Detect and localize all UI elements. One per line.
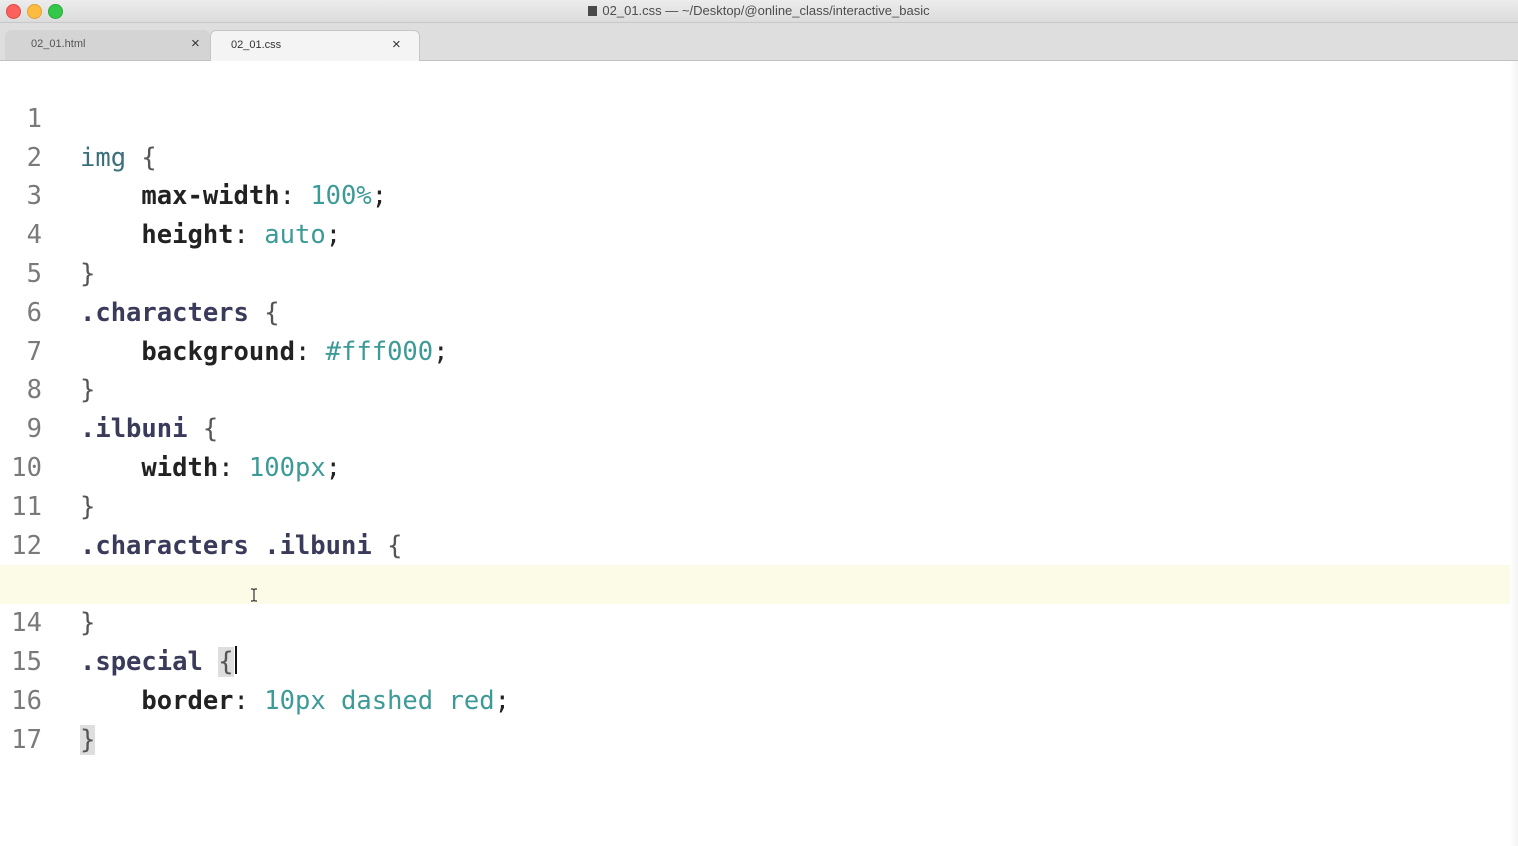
code-line[interactable]: 16 } bbox=[0, 643, 1518, 755]
code-line[interactable]: 3 height: auto; bbox=[0, 139, 1518, 250]
tab-label: 02_01.html bbox=[31, 38, 86, 50]
tab-02-01-html[interactable]: 02_01.html × bbox=[5, 30, 210, 60]
code-line[interactable]: 1 img { bbox=[0, 61, 1518, 173]
code-line[interactable]: 9 width: 100px; bbox=[0, 371, 1518, 483]
code-line[interactable]: 12 display: inline-block; bbox=[0, 488, 1518, 600]
window-title-text: 02_01.css — ~/Desktop/@online_class/inte… bbox=[602, 3, 930, 18]
tab-bar: 02_01.html × 02_01.css × bbox=[0, 23, 1518, 61]
window-title: 02_01.css — ~/Desktop/@online_class/inte… bbox=[0, 3, 1518, 18]
vertical-scrollbar[interactable] bbox=[1510, 61, 1518, 846]
code-line[interactable]: 6 background: #fff000; bbox=[0, 255, 1518, 367]
line-number: 17 bbox=[11, 724, 42, 755]
code-line[interactable]: 8 .ilbuni { bbox=[0, 333, 1518, 444]
code-line[interactable]: 10 } bbox=[0, 410, 1518, 522]
code-line[interactable]: 2 max-width: 100%; bbox=[0, 100, 1518, 212]
code-line[interactable]: 17 bbox=[0, 682, 1518, 755]
code-line-current[interactable]: 14 .special { bbox=[0, 565, 1518, 677]
ibeam-cursor-icon bbox=[250, 588, 260, 604]
code-line[interactable]: 11 .characters .ilbuni { bbox=[0, 449, 1518, 561]
code-line[interactable]: 13 } bbox=[0, 527, 1518, 638]
close-icon[interactable]: × bbox=[191, 35, 200, 52]
code-line[interactable]: 5 .characters { bbox=[0, 216, 1518, 328]
document-icon bbox=[588, 6, 598, 16]
code-editor[interactable]: 1 img { 2 max-width: 100%; 3 height: aut… bbox=[0, 61, 1518, 846]
code-line[interactable]: 7 } bbox=[0, 294, 1518, 406]
tab-label: 02_01.css bbox=[231, 39, 282, 51]
close-icon[interactable]: × bbox=[392, 36, 401, 53]
title-bar[interactable]: 02_01.css — ~/Desktop/@online_class/inte… bbox=[0, 0, 1518, 23]
code-line[interactable]: 4 } bbox=[0, 177, 1518, 289]
code-line[interactable]: 15 border: 10px dashed red; bbox=[0, 604, 1518, 716]
editor-window: 02_01.css — ~/Desktop/@online_class/inte… bbox=[0, 0, 1518, 846]
tab-02-01-css[interactable]: 02_01.css × bbox=[210, 30, 420, 61]
ibeam-cursor-shape bbox=[251, 588, 257, 602]
